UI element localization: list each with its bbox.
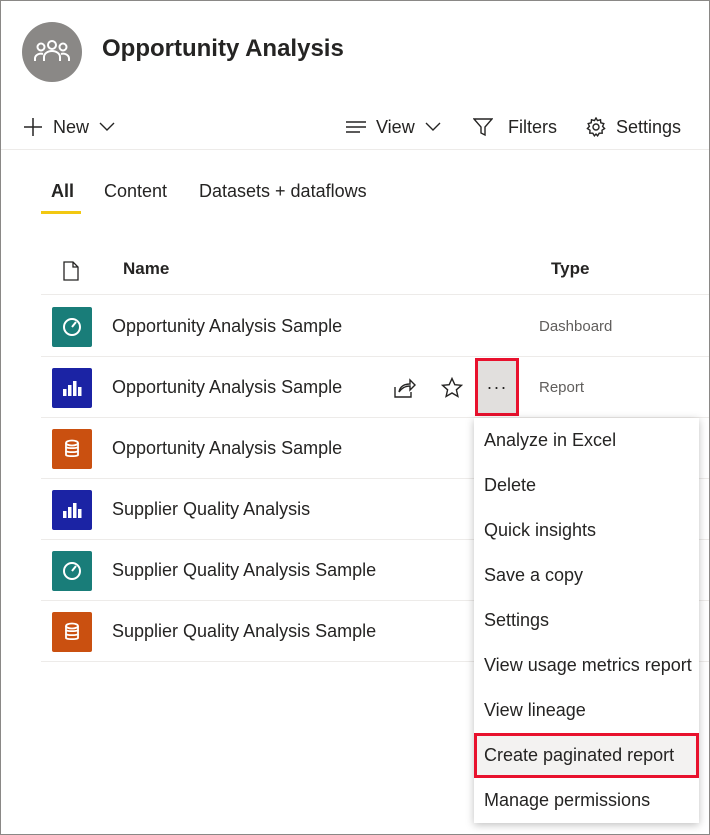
item-name[interactable]: Supplier Quality Analysis Sample xyxy=(112,560,376,581)
filters-button[interactable]: Filters xyxy=(473,109,557,145)
tab-content[interactable]: Content xyxy=(104,181,167,202)
table-row[interactable]: Opportunity Analysis Sample ··· Report xyxy=(41,357,709,418)
item-name[interactable]: Opportunity Analysis Sample xyxy=(112,438,342,459)
settings-button[interactable]: Settings xyxy=(586,109,681,145)
context-menu: Analyze in Excel Delete Quick insights S… xyxy=(474,418,699,823)
star-icon[interactable] xyxy=(439,375,465,401)
settings-label: Settings xyxy=(616,116,682,137)
item-name[interactable]: Opportunity Analysis Sample xyxy=(112,316,342,337)
tab-datasets-dataflows[interactable]: Datasets + dataflows xyxy=(199,181,367,202)
menu-item-manage-permissions[interactable]: Manage permissions xyxy=(474,778,699,823)
tab-all[interactable]: All xyxy=(51,181,74,202)
item-name[interactable]: Supplier Quality Analysis Sample xyxy=(112,621,376,642)
menu-item-create-paginated-report[interactable]: Create paginated report xyxy=(474,733,699,778)
people-group-icon xyxy=(34,40,70,61)
filters-label: Filters xyxy=(508,116,557,137)
item-name[interactable]: Supplier Quality Analysis xyxy=(112,499,310,520)
report-icon xyxy=(52,368,92,408)
menu-item-view-usage-metrics[interactable]: View usage metrics report xyxy=(474,643,699,688)
dataset-icon xyxy=(52,612,92,652)
table-row[interactable]: Opportunity Analysis Sample Dashboard xyxy=(41,296,709,357)
view-button[interactable]: View xyxy=(346,109,441,145)
page-title: Opportunity Analysis xyxy=(102,35,344,62)
item-name[interactable]: Opportunity Analysis Sample xyxy=(112,377,342,398)
menu-item-save-a-copy[interactable]: Save a copy xyxy=(474,553,699,598)
new-label: New xyxy=(53,116,90,137)
item-type: Report xyxy=(539,379,585,396)
menu-item-quick-insights[interactable]: Quick insights xyxy=(474,508,699,553)
item-type: Dashboard xyxy=(539,318,613,335)
document-icon xyxy=(63,261,79,281)
list-lines-icon xyxy=(346,121,366,133)
table-header: Name Type xyxy=(41,245,709,295)
chevron-down-icon xyxy=(99,122,115,131)
view-label: View xyxy=(376,116,415,137)
workspace-avatar xyxy=(22,22,82,82)
menu-item-view-lineage[interactable]: View lineage xyxy=(474,688,699,733)
plus-icon xyxy=(24,118,42,136)
menu-item-settings[interactable]: Settings xyxy=(474,598,699,643)
report-icon xyxy=(52,490,92,530)
new-button[interactable]: New xyxy=(23,109,115,145)
column-header-type[interactable]: Type xyxy=(551,259,589,279)
dataset-icon xyxy=(52,429,92,469)
toolbar-divider xyxy=(1,149,709,150)
more-options-button[interactable]: ··· xyxy=(475,358,519,416)
menu-item-delete[interactable]: Delete xyxy=(474,463,699,508)
gear-icon xyxy=(586,117,606,137)
dashboard-icon xyxy=(52,307,92,347)
dashboard-icon xyxy=(52,551,92,591)
toolbar: New View Filters Settings xyxy=(1,109,709,145)
selected-tab-indicator xyxy=(41,211,81,214)
share-icon[interactable] xyxy=(392,375,418,401)
menu-item-analyze-in-excel[interactable]: Analyze in Excel xyxy=(474,418,699,463)
chevron-down-icon xyxy=(425,122,441,131)
workspace-page: Opportunity Analysis New View Filters Se… xyxy=(0,0,710,835)
column-header-name[interactable]: Name xyxy=(123,259,169,279)
filter-icon xyxy=(473,118,493,137)
